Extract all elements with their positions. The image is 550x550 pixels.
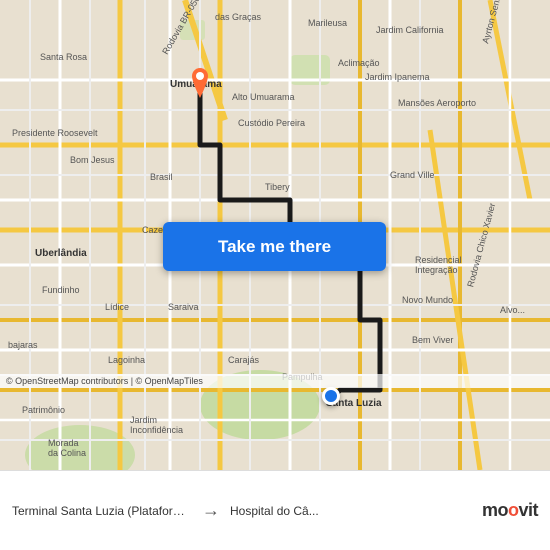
route-arrow-icon: → xyxy=(202,500,220,521)
route-origin: Terminal Santa Luzia (Plataform... xyxy=(12,504,192,518)
map-attribution: © OpenStreetMap contributors | © OpenMap… xyxy=(0,374,550,388)
moovit-logo: moovit xyxy=(482,500,538,521)
origin-marker xyxy=(188,68,212,103)
destination-marker xyxy=(322,387,340,405)
map-container: das Graças Marileusa Jardim California A… xyxy=(0,0,550,470)
route-destination: Hospital do Câ... xyxy=(230,504,319,518)
bottom-bar: Terminal Santa Luzia (Plataform... → Hos… xyxy=(0,470,550,550)
moovit-brand-text: moovit xyxy=(482,500,538,521)
take-me-there-button[interactable]: Take me there xyxy=(163,222,386,271)
route-info: Terminal Santa Luzia (Plataform... → Hos… xyxy=(12,500,474,521)
